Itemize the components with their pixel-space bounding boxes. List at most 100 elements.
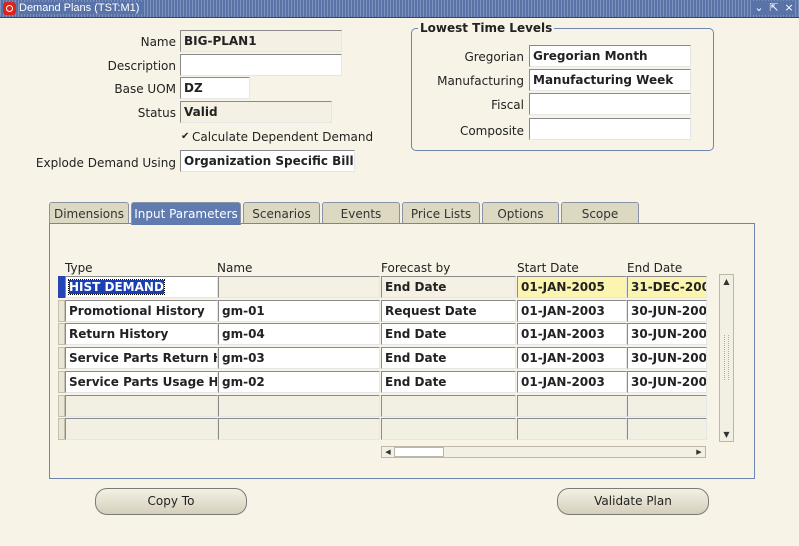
window-titlebar: Demand Plans (TST:M1) ⌄ ⇱ × [0, 0, 799, 18]
grid-cell-text: End Date [385, 375, 447, 389]
grid-cell-start-date[interactable] [517, 395, 627, 417]
grid-cell-type[interactable]: Return History [65, 323, 218, 345]
column-header-end-date: End Date [627, 261, 683, 275]
grid-cell-end-date[interactable]: 31-DEC-2005 [627, 276, 707, 298]
grid-cell-end-date[interactable]: 30-JUN-2006 [627, 300, 707, 322]
name-label: Name [140, 35, 176, 49]
oracle-icon [3, 2, 16, 15]
scroll-thumb[interactable] [394, 447, 444, 457]
grid-cell-name[interactable]: gm-04 [218, 323, 380, 345]
name-field[interactable]: BIG-PLAN1 [180, 30, 342, 52]
tab-scenarios[interactable]: Scenarios [243, 202, 320, 224]
fiscal-field[interactable] [529, 93, 691, 115]
grid-cell-text: 30-JUN-2006 [631, 304, 707, 318]
grid-cell-name[interactable] [218, 395, 380, 417]
grid-cell-name[interactable]: gm-01 [218, 300, 380, 322]
scroll-up-icon[interactable]: ▲ [720, 275, 733, 288]
row-indicator[interactable] [58, 418, 65, 440]
grid-cell-text: 01-JAN-2003 [521, 304, 605, 318]
scroll-left-icon[interactable]: ◀ [382, 447, 394, 457]
row-indicator[interactable] [58, 276, 65, 298]
grid-cell-type[interactable] [65, 418, 218, 440]
grid-cell-text: gm-01 [222, 304, 265, 318]
grid-cell-text: 01-JAN-2003 [521, 375, 605, 389]
grid-cell-name[interactable] [218, 418, 380, 440]
grid-cell-start-date[interactable]: 01-JAN-2005 [517, 276, 627, 298]
grid-cell-forecast-by[interactable]: End Date [381, 347, 516, 369]
tab-input-parameters[interactable]: Input Parameters [131, 202, 241, 225]
grid-cell-start-date[interactable]: 01-JAN-2003 [517, 347, 627, 369]
row-indicator[interactable] [58, 371, 65, 393]
copy-to-button[interactable]: Copy To [95, 488, 247, 515]
grid-cell-end-date[interactable]: 30-JUN-2006 [627, 371, 707, 393]
tab-options[interactable]: Options [482, 202, 559, 224]
checkbox-checked-icon: ✔ [181, 131, 190, 142]
grid-cell-end-date[interactable] [627, 418, 707, 440]
minimize-icon[interactable]: ⌄ [753, 1, 765, 15]
scroll-down-icon[interactable]: ▼ [720, 428, 733, 441]
explode-demand-label: Explode Demand Using [35, 156, 176, 170]
grid-cell-text: End Date [385, 280, 447, 294]
description-label: Description [107, 59, 176, 73]
grid-cell-start-date[interactable] [517, 418, 627, 440]
grid-cell-text: Promotional History [69, 304, 205, 318]
row-indicator[interactable] [58, 395, 65, 417]
grid-cell-text: 01-JAN-2003 [521, 327, 605, 341]
row-indicator[interactable] [58, 323, 65, 345]
grid-cell-end-date[interactable] [627, 395, 707, 417]
grid-cell-start-date[interactable]: 01-JAN-2003 [517, 323, 627, 345]
grid-cell-name[interactable] [218, 276, 380, 298]
grid-cell-text: 01-JAN-2005 [521, 280, 605, 294]
vertical-scrollbar[interactable]: ▲ ▼ [719, 274, 734, 442]
lowest-time-levels-title: Lowest Time Levels [418, 21, 555, 35]
tab-events[interactable]: Events [322, 202, 400, 224]
maximize-icon[interactable]: ⇱ [768, 1, 780, 15]
grid-cell-text: Service Parts Return History [69, 351, 217, 365]
description-field[interactable] [180, 54, 342, 76]
explode-demand-field[interactable]: Organization Specific Bill of [180, 150, 355, 172]
base-uom-field[interactable]: DZ [180, 77, 250, 99]
grid-cell-forecast-by[interactable]: End Date [381, 371, 516, 393]
grid-cell-text: gm-04 [222, 327, 265, 341]
tab-price-lists[interactable]: Price Lists [402, 202, 480, 224]
tab-dimensions[interactable]: Dimensions [49, 202, 129, 224]
grid-cell-forecast-by[interactable]: End Date [381, 323, 516, 345]
grid-cell-forecast-by[interactable] [381, 418, 516, 440]
scroll-grip[interactable] [724, 335, 729, 380]
grid-cell-forecast-by[interactable]: Request Date [381, 300, 516, 322]
grid-cell-text: End Date [385, 351, 447, 365]
horizontal-scrollbar[interactable]: ◀ ▶ [381, 446, 706, 458]
grid-cell-text: 30-JUN-2006 [631, 327, 707, 341]
grid-cell-text: Return History [69, 327, 169, 341]
base-uom-label: Base UOM [114, 82, 176, 96]
composite-field[interactable] [529, 118, 691, 140]
close-icon[interactable]: × [783, 1, 795, 15]
status-field[interactable]: Valid [180, 101, 332, 123]
grid-cell-type[interactable]: Service Parts Usage History [65, 371, 218, 393]
calculate-dependent-demand-checkbox[interactable]: ✔ Calculate Dependent Demand [181, 130, 373, 144]
validate-plan-button[interactable]: Validate Plan [557, 488, 709, 515]
row-indicator[interactable] [58, 347, 65, 369]
grid-cell-forecast-by[interactable]: End Date [381, 276, 516, 298]
grid-cell-type[interactable]: Promotional History [65, 300, 218, 322]
grid-cell-end-date[interactable]: 30-JUN-2006 [627, 347, 707, 369]
calculate-dependent-demand-label: Calculate Dependent Demand [192, 130, 374, 144]
row-indicator[interactable] [58, 300, 65, 322]
grid-cell-forecast-by[interactable] [381, 395, 516, 417]
gregorian-field[interactable]: Gregorian Month [529, 45, 691, 67]
grid-cell-text: gm-02 [222, 375, 265, 389]
manufacturing-field[interactable]: Manufacturing Week [529, 69, 691, 91]
scroll-right-icon[interactable]: ▶ [693, 447, 705, 457]
grid-cell-start-date[interactable]: 01-JAN-2003 [517, 371, 627, 393]
grid-cell-type[interactable] [65, 395, 218, 417]
grid-cell-name[interactable]: gm-03 [218, 347, 380, 369]
grid-cell-type[interactable]: Service Parts Return History [65, 347, 218, 369]
grid-cell-text: HIST DEMAND [68, 279, 165, 295]
fiscal-label: Fiscal [491, 98, 524, 112]
tab-scope[interactable]: Scope [561, 202, 639, 224]
grid-cell-text: 30-JUN-2006 [631, 351, 707, 365]
grid-cell-start-date[interactable]: 01-JAN-2003 [517, 300, 627, 322]
grid-cell-name[interactable]: gm-02 [218, 371, 380, 393]
grid-cell-type[interactable]: HIST DEMAND [65, 276, 218, 298]
grid-cell-end-date[interactable]: 30-JUN-2006 [627, 323, 707, 345]
